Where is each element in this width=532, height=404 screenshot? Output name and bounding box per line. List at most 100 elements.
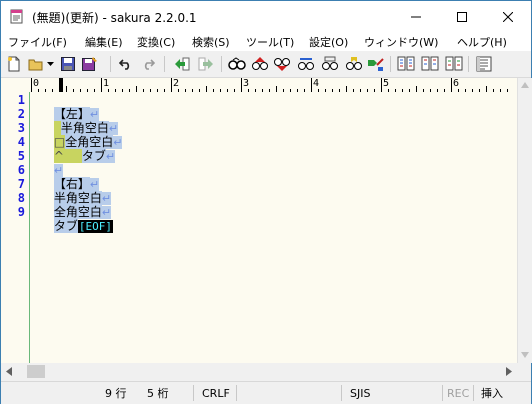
menu-settings[interactable]: 設定(O) <box>309 34 348 50</box>
maximize-icon <box>457 11 467 22</box>
window-title: (無題)(更新) - sakura 2.2.0.1 <box>32 11 197 25</box>
find-prev-icon[interactable] <box>251 55 269 73</box>
insert-mode[interactable]: 挿入 <box>481 385 503 402</box>
line-number: 2 <box>17 107 25 121</box>
toolbar-separator <box>390 56 391 72</box>
back-icon[interactable] <box>173 55 191 73</box>
ruler-label: 1 <box>103 78 110 89</box>
ruler-label: 0 <box>33 78 40 89</box>
text-line: 半角空白↵ <box>31 107 119 135</box>
line-number: 5 <box>17 149 25 163</box>
find-next-icon[interactable] <box>273 55 291 73</box>
text-line: ↵ <box>31 149 64 177</box>
toolbar <box>1 51 531 78</box>
text-line: 【左】↵ <box>31 93 100 121</box>
line-text: タブ <box>53 219 78 233</box>
redo-icon[interactable] <box>139 55 157 73</box>
scroll-up-icon[interactable] <box>521 82 529 88</box>
undo-icon[interactable] <box>117 55 135 73</box>
text-editor-area[interactable]: 1 2 3 4 5 6 7 8 9 【左】↵ 半角空白↵ □全角空白↵ ^ タブ↵… <box>1 92 517 363</box>
text-line: タブ[EOF] <box>31 205 114 233</box>
save-icon[interactable] <box>59 55 77 73</box>
line-ending[interactable]: CRLF <box>202 385 230 402</box>
scroll-thumb[interactable] <box>27 365 45 378</box>
dropdown-arrow-icon[interactable] <box>45 55 55 73</box>
ruler-tick <box>451 78 452 92</box>
text-line: 全角空白↵ <box>31 191 112 219</box>
menu-convert[interactable]: 変換(C) <box>137 34 175 50</box>
ruler-cursor-marker <box>59 78 63 92</box>
outline-icon[interactable] <box>475 55 493 73</box>
open-folder-icon[interactable] <box>27 55 45 73</box>
cursor-col: 5 桁 <box>147 387 169 400</box>
find-icon[interactable] <box>228 55 246 73</box>
ruler-tick <box>241 78 242 92</box>
close-icon <box>503 11 513 22</box>
ruler-label: 4 <box>313 78 320 89</box>
settings-icon[interactable] <box>445 55 463 73</box>
compare-icon[interactable] <box>397 55 415 73</box>
forward-icon[interactable] <box>197 55 215 73</box>
title-bar[interactable]: (無題)(更新) - sakura 2.2.0.1 <box>1 1 531 32</box>
grep-icon[interactable] <box>321 55 339 73</box>
gutter-divider <box>29 92 30 363</box>
menu-help[interactable]: ヘルプ(H) <box>457 34 507 50</box>
status-bar: 9 行 5 桁 CRLF SJIS REC 挿入 <box>1 381 531 404</box>
app-window: (無題)(更新) - sakura 2.2.0.1 ファイル(F) 編集(E) … <box>0 0 532 404</box>
sort-icon[interactable] <box>421 55 439 73</box>
rec-indicator: REC <box>447 387 470 400</box>
line-number: 3 <box>17 121 25 135</box>
line-number: 1 <box>17 93 25 107</box>
menu-search[interactable]: 検索(S) <box>192 34 230 50</box>
line-number-gutter[interactable]: 1 2 3 4 5 6 7 8 9 <box>1 92 29 363</box>
menu-bar: ファイル(F) 編集(E) 変換(C) 検索(S) ツール(T) 設定(O) ウ… <box>1 32 531 51</box>
ruler-tick <box>311 78 312 92</box>
line-number: 7 <box>17 177 25 191</box>
eof-mark: [EOF] <box>77 220 114 233</box>
ruler-tick <box>31 78 32 92</box>
scroll-left-icon[interactable] <box>6 367 12 376</box>
menu-file[interactable]: ファイル(F) <box>8 34 67 50</box>
ruler-label: 3 <box>243 78 250 89</box>
line-number: 6 <box>17 163 25 177</box>
return-mark-icon: ↵ <box>105 150 116 163</box>
menu-tools[interactable]: ツール(T) <box>246 34 294 50</box>
line-number: 8 <box>17 191 25 205</box>
maximize-button[interactable] <box>439 1 485 32</box>
sakura-app-icon <box>10 9 23 24</box>
save-as-icon[interactable] <box>81 55 99 73</box>
scroll-corner <box>517 363 531 380</box>
horizontal-scrollbar[interactable] <box>1 363 517 380</box>
vertical-scrollbar[interactable] <box>517 78 532 363</box>
ruler-tick <box>101 78 102 92</box>
toolbar-separator <box>221 56 222 72</box>
minimize-button[interactable] <box>393 1 439 32</box>
toolbar-separator <box>468 56 469 72</box>
new-file-icon[interactable] <box>5 55 23 73</box>
scroll-down-icon[interactable] <box>521 352 529 358</box>
ruler-tick <box>381 78 382 92</box>
menu-edit[interactable]: 編集(E) <box>85 34 123 50</box>
close-button[interactable] <box>485 1 531 32</box>
toolbar-separator <box>110 56 111 72</box>
line-text: タブ <box>81 149 106 163</box>
text-line: 半角空白↵ <box>31 177 112 205</box>
column-ruler[interactable]: 0 1 2 3 4 5 6 <box>1 78 531 93</box>
ruler-label: 5 <box>383 78 390 89</box>
encoding[interactable]: SJIS <box>350 385 370 402</box>
toolbar-separator <box>164 56 165 72</box>
ruler-label: 6 <box>453 78 460 89</box>
text-line: 【右】↵ <box>31 163 100 191</box>
bookmark-icon[interactable] <box>345 55 363 73</box>
menu-window[interactable]: ウィンドウ(W) <box>364 34 438 50</box>
ruler-tick <box>171 78 172 92</box>
scroll-right-icon[interactable] <box>506 367 512 376</box>
ruler-label: 2 <box>173 78 180 89</box>
cursor-row: 9 行 <box>105 387 127 400</box>
line-number: 9 <box>17 205 25 219</box>
minimize-icon <box>411 16 421 17</box>
jump-icon[interactable] <box>367 55 385 73</box>
line-number: 4 <box>17 135 25 149</box>
replace-icon[interactable] <box>297 55 315 73</box>
text-line: ^ タブ↵ <box>31 135 116 163</box>
